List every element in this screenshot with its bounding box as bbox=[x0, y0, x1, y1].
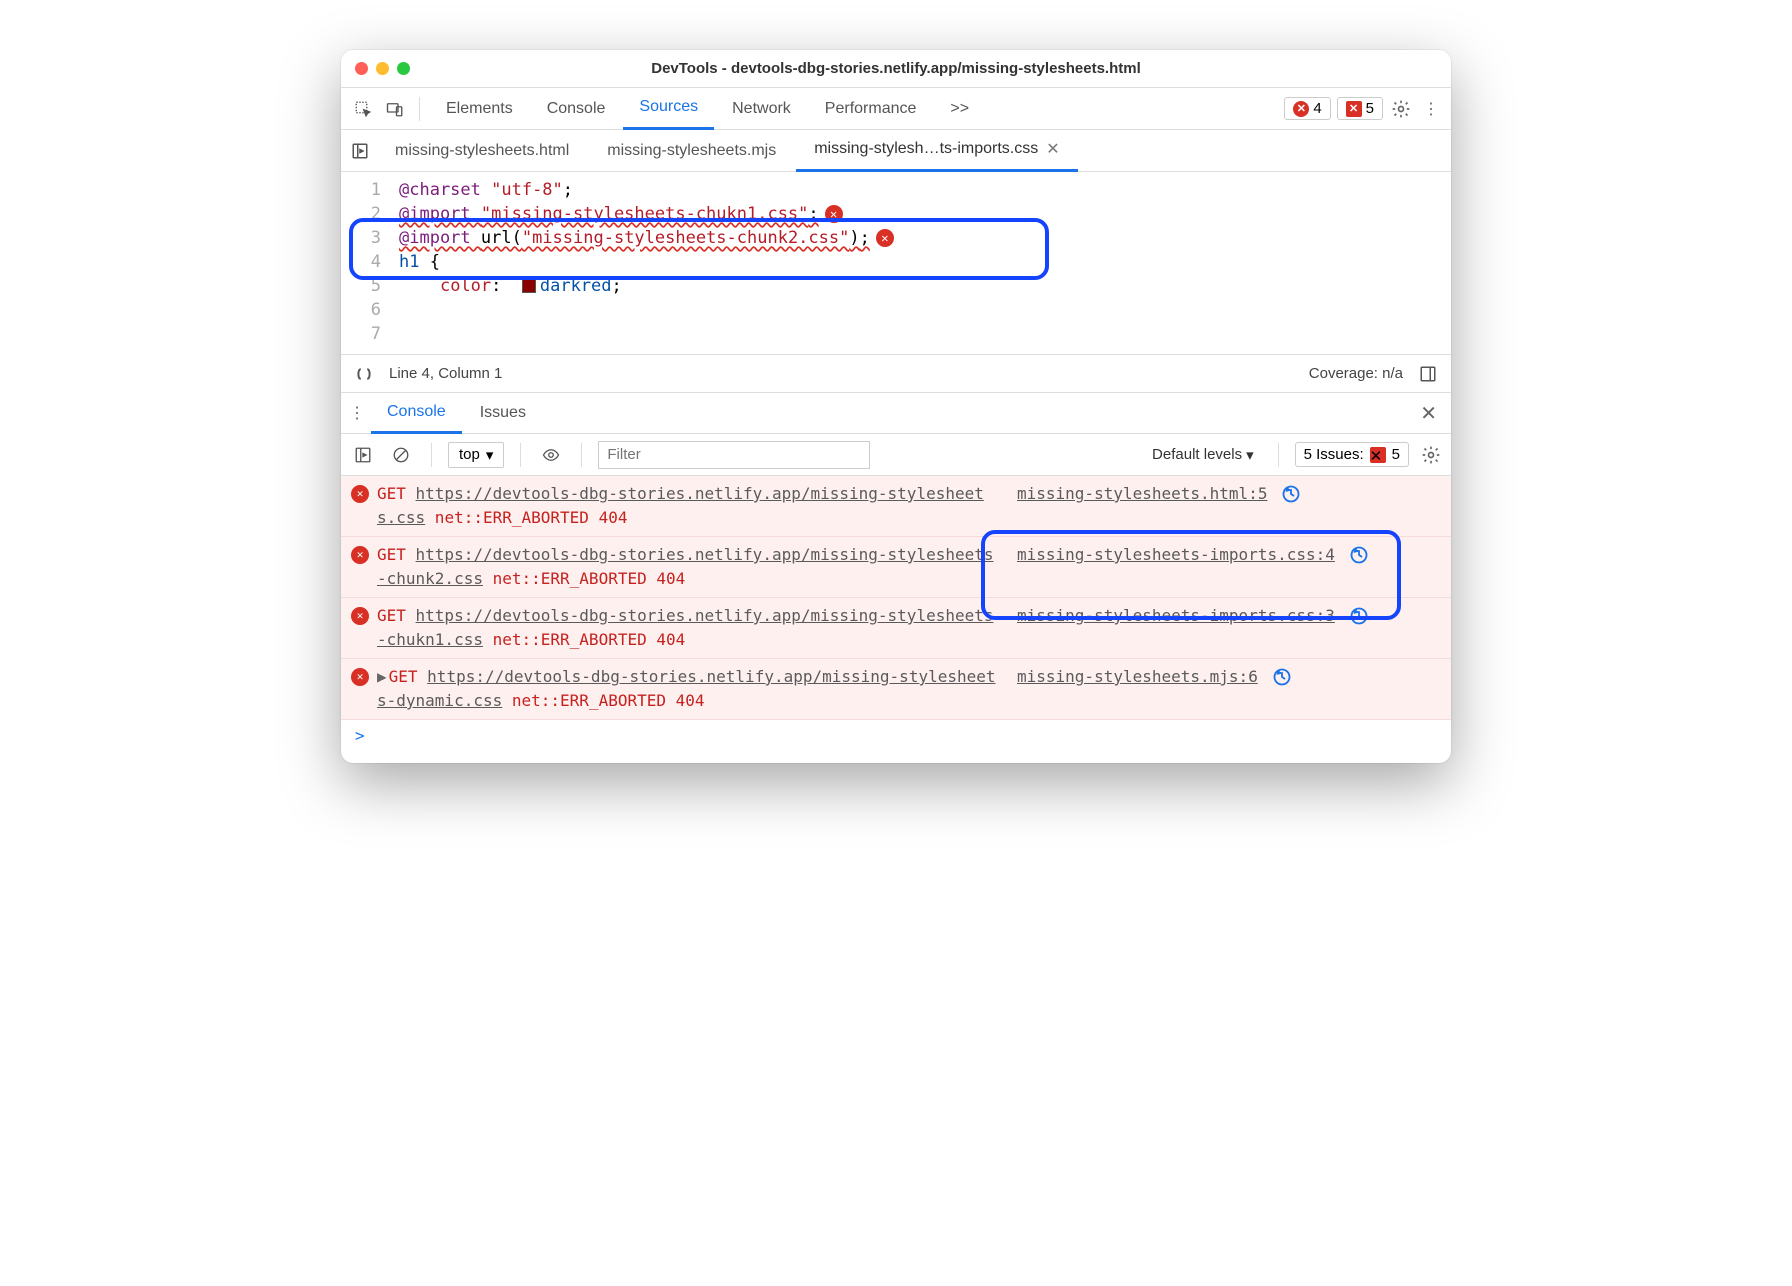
error-icon: ✕ bbox=[351, 607, 369, 625]
context-value: top bbox=[459, 446, 480, 463]
separator bbox=[419, 97, 420, 121]
code-area[interactable]: @charset "utf-8";@import "missing-styles… bbox=[391, 178, 1451, 346]
menu-icon[interactable]: ⋮ bbox=[1419, 97, 1443, 121]
file-tabs: missing-stylesheets.html missing-stylesh… bbox=[341, 130, 1451, 172]
file-tab-0[interactable]: missing-stylesheets.html bbox=[377, 130, 587, 172]
device-toggle-icon[interactable] bbox=[381, 95, 409, 123]
minimize-window-button[interactable] bbox=[376, 62, 389, 75]
tabs-overflow[interactable]: >> bbox=[934, 88, 985, 130]
coverage-status: Coverage: n/a bbox=[1309, 365, 1403, 382]
panel-tabs: Elements Console Sources Network Perform… bbox=[430, 88, 1280, 130]
tab-network[interactable]: Network bbox=[716, 88, 807, 130]
source-link[interactable]: missing-stylesheets.html:5 bbox=[1017, 482, 1267, 506]
replay-xhr-icon[interactable] bbox=[1272, 667, 1294, 689]
tab-sources[interactable]: Sources bbox=[623, 88, 714, 130]
file-tab-2[interactable]: missing-stylesh…ts-imports.css ✕ bbox=[796, 130, 1077, 172]
separator bbox=[431, 443, 432, 467]
tab-elements[interactable]: Elements bbox=[430, 88, 529, 130]
replay-xhr-icon[interactable] bbox=[1349, 545, 1371, 567]
file-tab-1[interactable]: missing-stylesheets.mjs bbox=[589, 130, 794, 172]
clear-console-icon[interactable] bbox=[387, 441, 415, 469]
close-window-button[interactable] bbox=[355, 62, 368, 75]
file-tab-label: missing-stylesheets.mjs bbox=[607, 142, 776, 160]
line-gutter: 1234567 bbox=[341, 178, 391, 346]
issues-link[interactable]: 5 Issues: ✕ 5 bbox=[1295, 442, 1409, 467]
separator bbox=[520, 443, 521, 467]
console-toolbar: top ▾ Default levels ▾ 5 Issues: ✕ 5 bbox=[341, 434, 1451, 476]
titlebar: DevTools - devtools-dbg-stories.netlify.… bbox=[341, 50, 1451, 88]
message-text: GET https://devtools-dbg-stories.netlify… bbox=[377, 543, 997, 591]
navigator-toggle-icon[interactable] bbox=[345, 142, 375, 160]
drawer-menu-icon[interactable]: ⋮ bbox=[345, 401, 369, 425]
cursor-position: Line 4, Column 1 bbox=[389, 365, 502, 382]
issue-icon: ✕ bbox=[1370, 447, 1386, 463]
drawer-tab-console[interactable]: Console bbox=[371, 392, 462, 434]
error-icon: ✕ bbox=[1293, 101, 1309, 117]
drawer-tabs: ⋮ Console Issues ✕ bbox=[341, 392, 1451, 434]
main-toolbar: Elements Console Sources Network Perform… bbox=[341, 88, 1451, 130]
error-icon: ✕ bbox=[351, 485, 369, 503]
issue-icon: ✕ bbox=[1346, 101, 1362, 117]
error-icon: ✕ bbox=[351, 546, 369, 564]
settings-icon[interactable] bbox=[1389, 97, 1413, 121]
traffic-lights bbox=[355, 62, 410, 75]
source-link[interactable]: missing-stylesheets-imports.css:4 bbox=[1017, 543, 1335, 567]
separator bbox=[1278, 443, 1279, 467]
live-expression-icon[interactable] bbox=[537, 441, 565, 469]
console-error-row[interactable]: ✕ GET https://devtools-dbg-stories.netlif… bbox=[341, 598, 1451, 659]
chevron-down-icon: ▾ bbox=[1246, 446, 1254, 464]
file-tab-label: missing-stylesh…ts-imports.css bbox=[814, 140, 1038, 158]
log-levels-selector[interactable]: Default levels ▾ bbox=[1144, 444, 1262, 466]
message-text: ▶GET https://devtools-dbg-stories.netlif… bbox=[377, 665, 997, 713]
replay-xhr-icon[interactable] bbox=[1349, 606, 1371, 628]
separator bbox=[581, 443, 582, 467]
file-tab-label: missing-stylesheets.html bbox=[395, 142, 569, 160]
replay-xhr-icon[interactable] bbox=[1281, 484, 1303, 506]
console-error-row[interactable]: ✕ ▶GET https://devtools-dbg-stories.netli… bbox=[341, 659, 1451, 720]
console-prompt[interactable]: > bbox=[341, 720, 1451, 751]
inspect-icon[interactable] bbox=[349, 95, 377, 123]
levels-label: Default levels bbox=[1152, 446, 1242, 463]
context-selector[interactable]: top ▾ bbox=[448, 442, 504, 468]
editor-statusbar: Line 4, Column 1 Coverage: n/a bbox=[341, 354, 1451, 392]
pretty-print-icon[interactable] bbox=[353, 363, 375, 385]
close-drawer-icon[interactable]: ✕ bbox=[1420, 401, 1447, 426]
issue-count: 5 bbox=[1366, 100, 1374, 117]
source-link[interactable]: missing-stylesheets.mjs:6 bbox=[1017, 665, 1258, 689]
tab-console[interactable]: Console bbox=[531, 88, 622, 130]
issue-count-badge[interactable]: ✕ 5 bbox=[1337, 97, 1383, 120]
console-error-row[interactable]: ✕ GET https://devtools-dbg-stories.netlif… bbox=[341, 476, 1451, 537]
console-messages: ✕ GET https://devtools-dbg-stories.netlif… bbox=[341, 476, 1451, 763]
sidebar-toggle-icon[interactable] bbox=[1417, 363, 1439, 385]
chevron-down-icon: ▾ bbox=[486, 446, 494, 464]
error-count-badge[interactable]: ✕ 4 bbox=[1284, 97, 1330, 120]
filter-input[interactable] bbox=[598, 441, 870, 469]
message-text: GET https://devtools-dbg-stories.netlify… bbox=[377, 604, 997, 652]
error-count: 4 bbox=[1313, 100, 1321, 117]
devtools-window: DevTools - devtools-dbg-stories.netlify.… bbox=[341, 50, 1451, 763]
expand-icon[interactable]: ▶ bbox=[377, 667, 387, 686]
issues-count: 5 bbox=[1392, 446, 1400, 463]
window-title: DevTools - devtools-dbg-stories.netlify.… bbox=[341, 60, 1451, 77]
tab-performance[interactable]: Performance bbox=[809, 88, 933, 130]
message-text: GET https://devtools-dbg-stories.netlify… bbox=[377, 482, 997, 530]
source-link[interactable]: missing-stylesheets-imports.css:3 bbox=[1017, 604, 1335, 628]
console-settings-icon[interactable] bbox=[1419, 443, 1443, 467]
code-editor[interactable]: 1234567 @charset "utf-8";@import "missin… bbox=[341, 172, 1451, 354]
error-icon: ✕ bbox=[351, 668, 369, 686]
console-error-row[interactable]: ✕ GET https://devtools-dbg-stories.netlif… bbox=[341, 537, 1451, 598]
drawer-tab-issues[interactable]: Issues bbox=[464, 392, 542, 434]
issues-label: 5 Issues: bbox=[1304, 446, 1364, 463]
zoom-window-button[interactable] bbox=[397, 62, 410, 75]
sidebar-toggle-icon[interactable] bbox=[349, 441, 377, 469]
close-tab-icon[interactable]: ✕ bbox=[1046, 139, 1059, 159]
